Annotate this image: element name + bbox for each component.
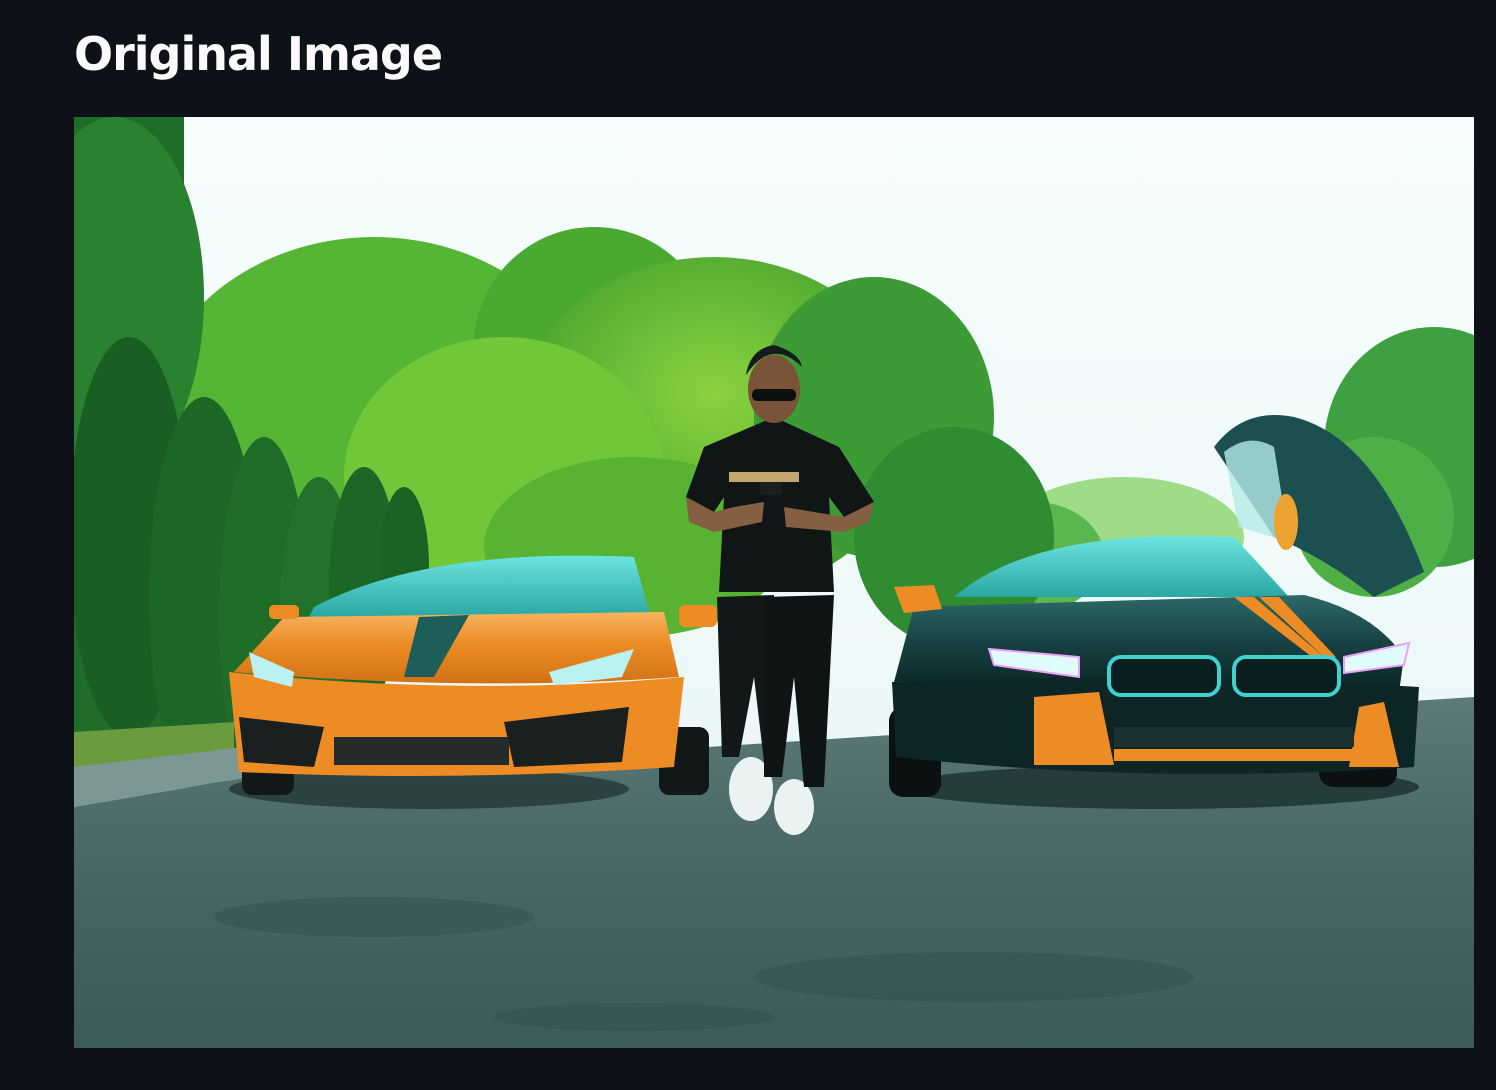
page-title: Original Image bbox=[74, 27, 443, 81]
photo-illustration bbox=[74, 117, 1474, 1048]
photo-display bbox=[74, 117, 1474, 1048]
